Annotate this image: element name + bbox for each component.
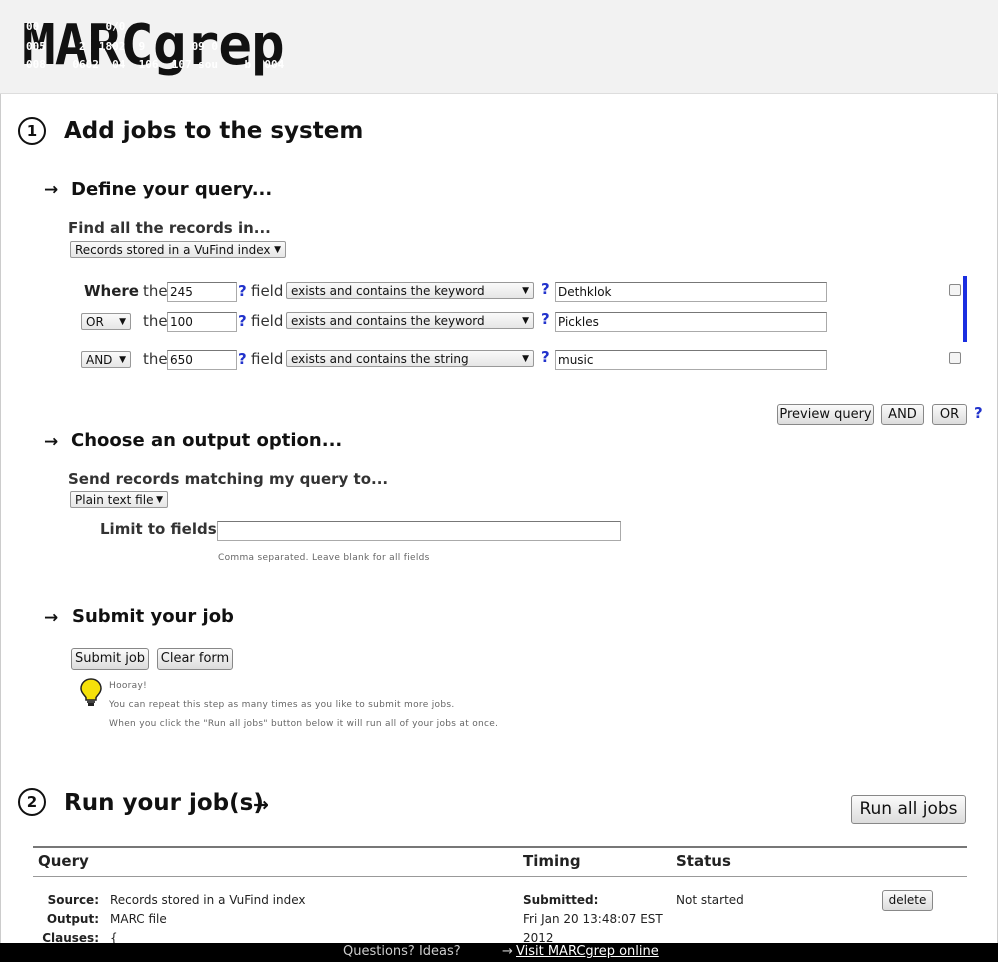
status-column-header: Status <box>676 852 731 870</box>
source-select[interactable]: Records stored in a VuFind index ▼ <box>70 241 286 258</box>
field-label: field <box>251 312 284 330</box>
arrow-icon: → <box>44 180 59 200</box>
delete-job-button[interactable]: delete <box>882 890 933 911</box>
the-label: the <box>143 312 168 330</box>
operator-value: exists and contains the keyword <box>291 284 485 298</box>
value-input[interactable]: Dethklok <box>555 282 827 302</box>
group-bracket <box>963 276 967 342</box>
arrow-icon: → <box>44 608 59 628</box>
tip-title: Hooray! <box>109 681 148 691</box>
source-select-value: Records stored in a VuFind index <box>75 243 271 257</box>
arrow-icon: → <box>502 944 513 959</box>
submit-heading: Submit your job <box>72 606 234 627</box>
field-help-icon[interactable]: ? <box>238 282 247 300</box>
operator-help-icon[interactable]: ? <box>541 280 550 298</box>
where-label: Where <box>84 282 139 300</box>
field-help-icon[interactable]: ? <box>238 350 247 368</box>
add-or-button[interactable]: OR <box>932 404 967 425</box>
field-tag-input[interactable]: 245 <box>167 282 237 302</box>
connector-select[interactable]: AND ▼ <box>81 351 131 368</box>
caret-down-icon: ▼ <box>119 317 126 327</box>
visit-online-link[interactable]: Visit MARCgrep online <box>516 943 659 961</box>
tip-line: When you click the "Run all jobs" button… <box>109 719 499 729</box>
table-header-rule <box>33 876 967 877</box>
operator-select[interactable]: exists and contains the string ▼ <box>286 350 534 367</box>
field-tag-input[interactable]: 100 <box>167 312 237 332</box>
limit-fields-label: Limit to fields <box>100 520 217 538</box>
step-2-title: Run your job(s) <box>64 790 264 816</box>
timing-column-header: Timing <box>523 852 581 870</box>
field-label: field <box>251 350 284 368</box>
caret-down-icon: ▼ <box>522 354 529 364</box>
status-value: Not started <box>676 893 744 907</box>
buttons-help-icon[interactable]: ? <box>974 404 983 422</box>
logo-noise-line: 008 0602 04 106 107 sou b 004 <box>26 58 285 71</box>
step-1-number: 1 <box>18 117 46 145</box>
define-query-heading: Define your query... <box>71 179 273 200</box>
operator-value: exists and contains the string <box>291 352 469 366</box>
connector-value: OR <box>86 315 104 329</box>
clause-checkbox[interactable] <box>949 352 961 364</box>
operator-help-icon[interactable]: ? <box>541 310 550 328</box>
submit-job-button[interactable]: Submit job <box>71 648 149 670</box>
source-label: Source: <box>47 893 99 907</box>
value-input[interactable]: Pickles <box>555 312 827 332</box>
caret-down-icon: ▼ <box>274 245 281 255</box>
footer-questions: Questions? Ideas? <box>343 944 461 959</box>
connector-value: AND <box>86 353 113 367</box>
connector-select[interactable]: OR ▼ <box>81 313 131 330</box>
lightbulb-icon <box>80 678 102 706</box>
submitted-value: Fri Jan 20 13:48:07 EST <box>523 912 663 926</box>
limit-fields-input[interactable] <box>217 521 621 541</box>
caret-down-icon: ▼ <box>522 286 529 296</box>
caret-down-icon: ▼ <box>119 355 126 365</box>
the-label: the <box>143 282 168 300</box>
add-and-button[interactable]: AND <box>881 404 924 425</box>
clear-form-button[interactable]: Clear form <box>157 648 233 670</box>
operator-select[interactable]: exists and contains the keyword ▼ <box>286 282 534 299</box>
tip-line: You can repeat this step as many times a… <box>109 700 455 710</box>
output-label: Output: <box>46 912 99 926</box>
arrow-icon: → <box>253 794 269 816</box>
site-header: MARCgrep 00 0/0 005 2 1802 9 09 0 008 06… <box>0 0 998 94</box>
field-label: field <box>251 282 284 300</box>
limit-fields-hint: Comma separated. Leave blank for all fie… <box>218 553 430 563</box>
output-select-value: Plain text file <box>75 493 154 507</box>
send-records-label: Send records matching my query to... <box>68 470 389 488</box>
clause-checkbox[interactable] <box>949 284 961 296</box>
field-help-icon[interactable]: ? <box>238 312 247 330</box>
step-1-title: Add jobs to the system <box>64 118 364 144</box>
caret-down-icon: ▼ <box>156 495 163 505</box>
submitted-label: Submitted: <box>523 893 599 907</box>
field-tag-input[interactable]: 650 <box>167 350 237 370</box>
query-column-header: Query <box>38 852 89 870</box>
find-records-label: Find all the records in... <box>68 219 271 237</box>
main-panel: 1 Add jobs to the system → Define your q… <box>0 94 998 944</box>
the-label: the <box>143 350 168 368</box>
caret-down-icon: ▼ <box>522 316 529 326</box>
output-value: MARC file <box>110 912 167 926</box>
footer-bar: Questions? Ideas? → Visit MARCgrep onlin… <box>0 943 998 962</box>
step-2-number: 2 <box>18 788 46 816</box>
output-select[interactable]: Plain text file ▼ <box>70 491 168 508</box>
operator-value: exists and contains the keyword <box>291 314 485 328</box>
logo-noise-line: 00 0/0 <box>26 20 126 33</box>
output-heading: Choose an output option... <box>71 430 343 451</box>
source-value: Records stored in a VuFind index <box>110 893 306 907</box>
table-top-rule <box>33 846 967 848</box>
preview-query-button[interactable]: Preview query <box>777 404 874 425</box>
run-all-jobs-button[interactable]: Run all jobs <box>851 795 966 824</box>
logo-noise-line: 005 2 1802 9 09 0 <box>26 40 219 53</box>
operator-help-icon[interactable]: ? <box>541 348 550 366</box>
operator-select[interactable]: exists and contains the keyword ▼ <box>286 312 534 329</box>
arrow-icon: → <box>44 432 59 452</box>
value-input[interactable]: music <box>555 350 827 370</box>
